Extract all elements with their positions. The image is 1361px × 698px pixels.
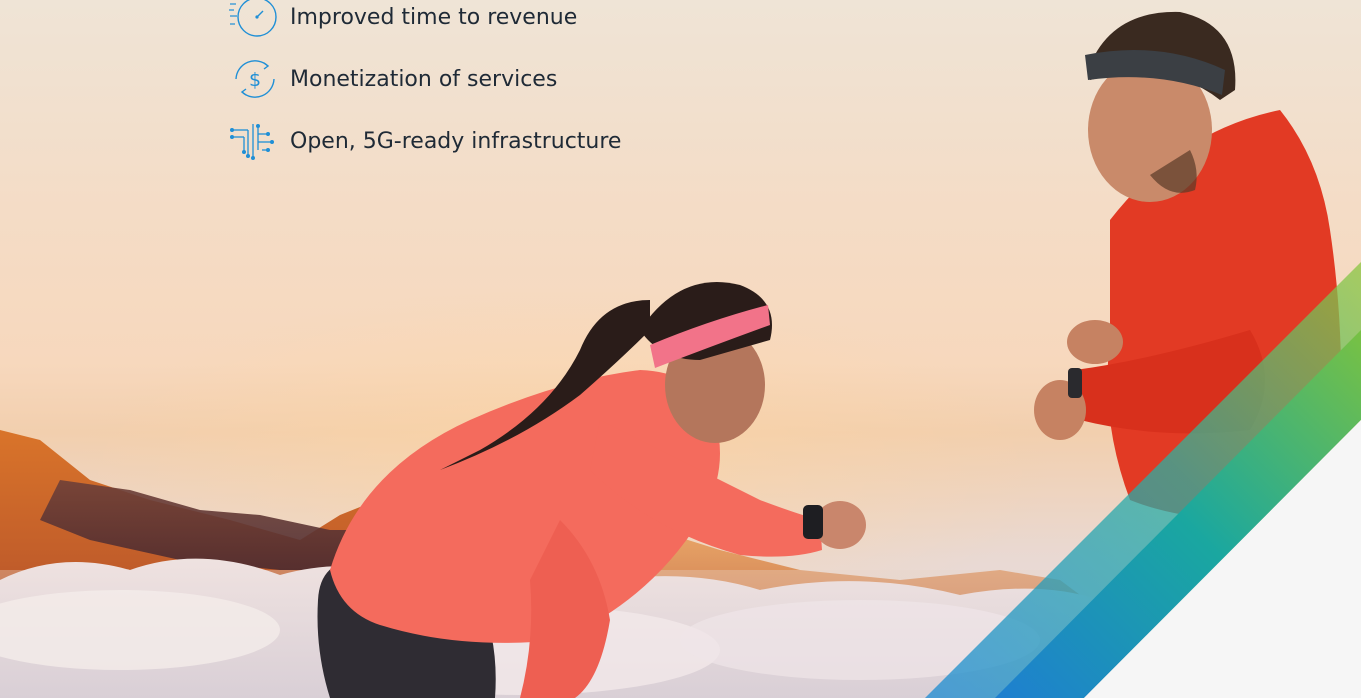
benefit-text: Improved time to revenue: [290, 4, 578, 30]
benefit-item-5g-infrastructure: Open, 5G-ready infrastructure: [228, 120, 621, 162]
benefit-item-time-to-revenue: Improved time to revenue: [228, 0, 621, 38]
circuit-network-icon: [228, 120, 278, 162]
stopwatch-icon: [228, 0, 278, 38]
benefit-text: Open, 5G-ready infrastructure: [290, 128, 622, 154]
hero-banner: Improved time to revenue $ Monetization …: [0, 0, 1361, 698]
benefit-item-monetization: $ Monetization of services: [228, 58, 621, 100]
benefits-list: Improved time to revenue $ Monetization …: [228, 0, 621, 182]
benefit-text: Monetization of services: [290, 66, 558, 92]
dollar-cycle-icon: $: [228, 58, 278, 100]
brand-diagonal-accent: [925, 262, 1361, 698]
svg-text:$: $: [249, 69, 261, 91]
